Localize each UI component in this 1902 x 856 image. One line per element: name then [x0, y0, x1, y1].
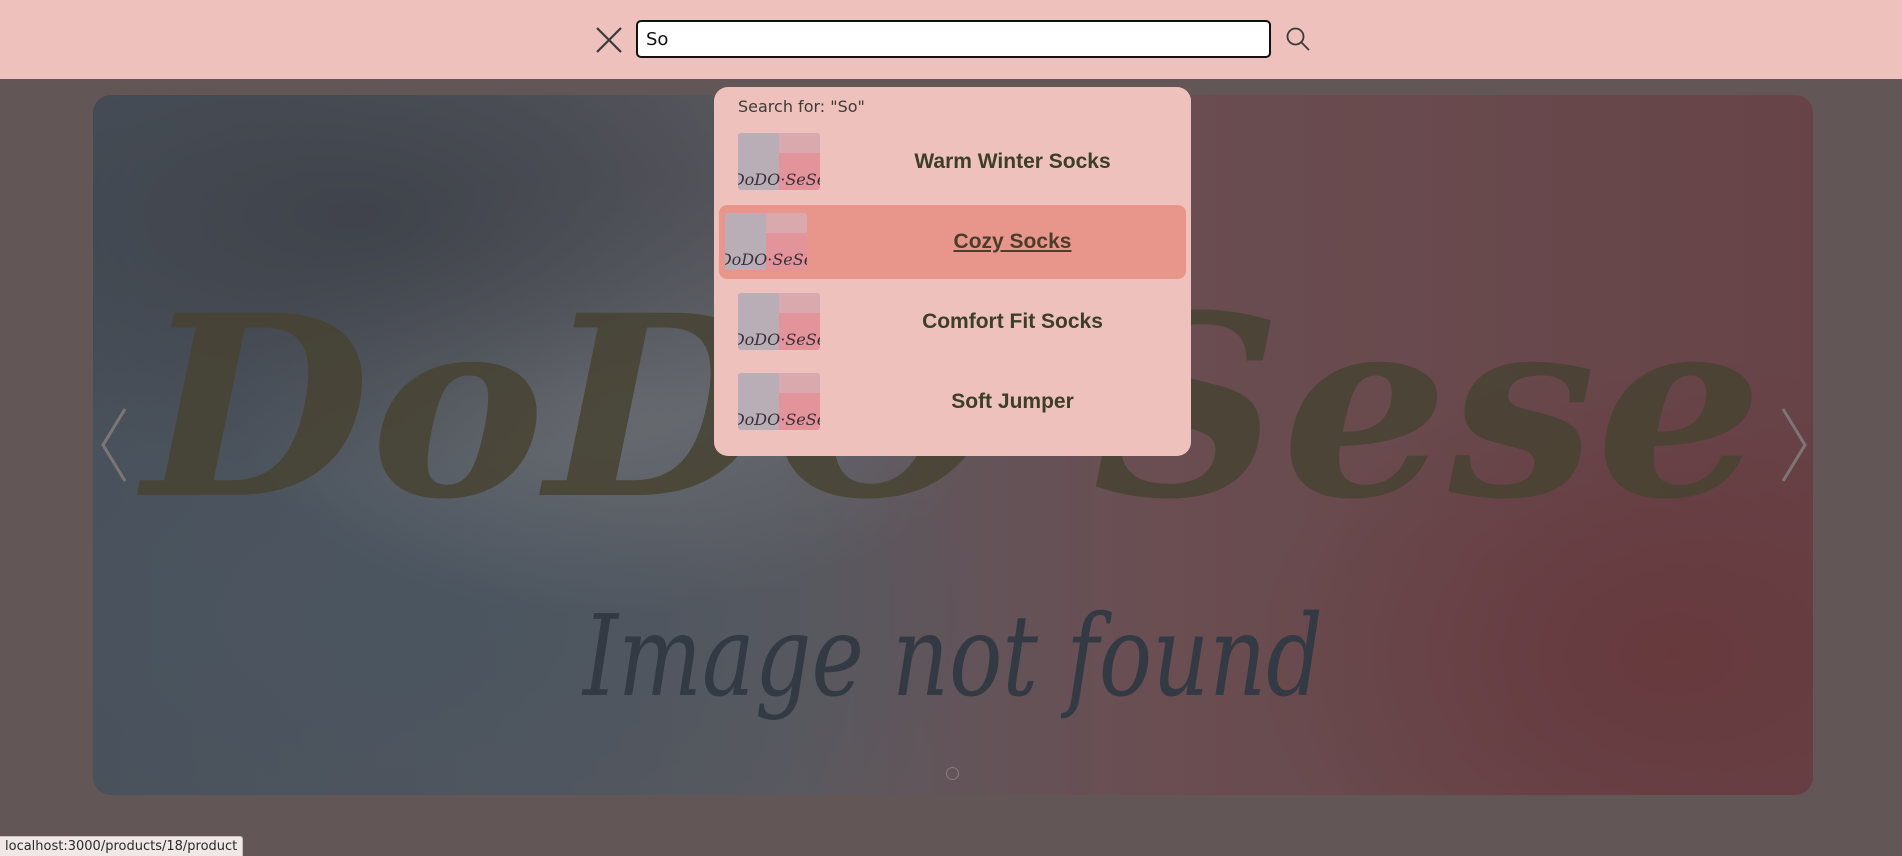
result-name: Cozy Socks — [953, 230, 1072, 253]
search-suggestions: Search for: "So" DoDO·SeSe Warm Winter S… — [714, 87, 1191, 456]
carousel-next-button[interactable] — [1774, 405, 1814, 485]
svg-text:DoDO·SeSe: DoDO·SeSe — [738, 410, 820, 429]
close-search-button[interactable] — [591, 22, 627, 58]
carousel-prev-button[interactable] — [94, 405, 134, 485]
product-thumbnail: DoDO·SeSe — [725, 213, 807, 270]
search-input[interactable] — [636, 20, 1271, 58]
carousel-dot[interactable] — [946, 767, 959, 780]
product-thumbnail: DoDO·SeSe — [738, 133, 820, 190]
product-thumbnail: DoDO·SeSe — [738, 293, 820, 350]
svg-text:DoDO·SeSe: DoDO·SeSe — [738, 330, 820, 349]
result-name: Warm Winter Socks — [914, 150, 1111, 173]
search-for-label[interactable]: Search for: "So" — [738, 97, 865, 116]
result-name: Comfort Fit Socks — [922, 310, 1103, 333]
search-button[interactable] — [1282, 23, 1314, 55]
result-name: Soft Jumper — [951, 390, 1074, 413]
link-status-bar: localhost:3000/products/18/product — [0, 836, 244, 856]
search-header — [0, 0, 1902, 79]
chevron-right-icon — [1781, 408, 1807, 482]
result-item[interactable]: DoDO·SeSe Soft Jumper — [719, 365, 1186, 439]
svg-text:DoDO·SeSe: DoDO·SeSe — [738, 170, 820, 189]
search-icon — [1286, 27, 1310, 51]
result-item[interactable]: DoDO·SeSe Warm Winter Socks — [719, 125, 1186, 199]
svg-text:DoDO·SeSe: DoDO·SeSe — [725, 250, 807, 269]
chevron-left-icon — [101, 408, 127, 482]
result-item[interactable]: DoDO·SeSe Comfort Fit Socks — [719, 285, 1186, 359]
close-icon — [596, 27, 622, 53]
result-item-active[interactable]: DoDO·SeSe Cozy Socks — [719, 205, 1186, 279]
product-thumbnail: DoDO·SeSe — [738, 373, 820, 430]
